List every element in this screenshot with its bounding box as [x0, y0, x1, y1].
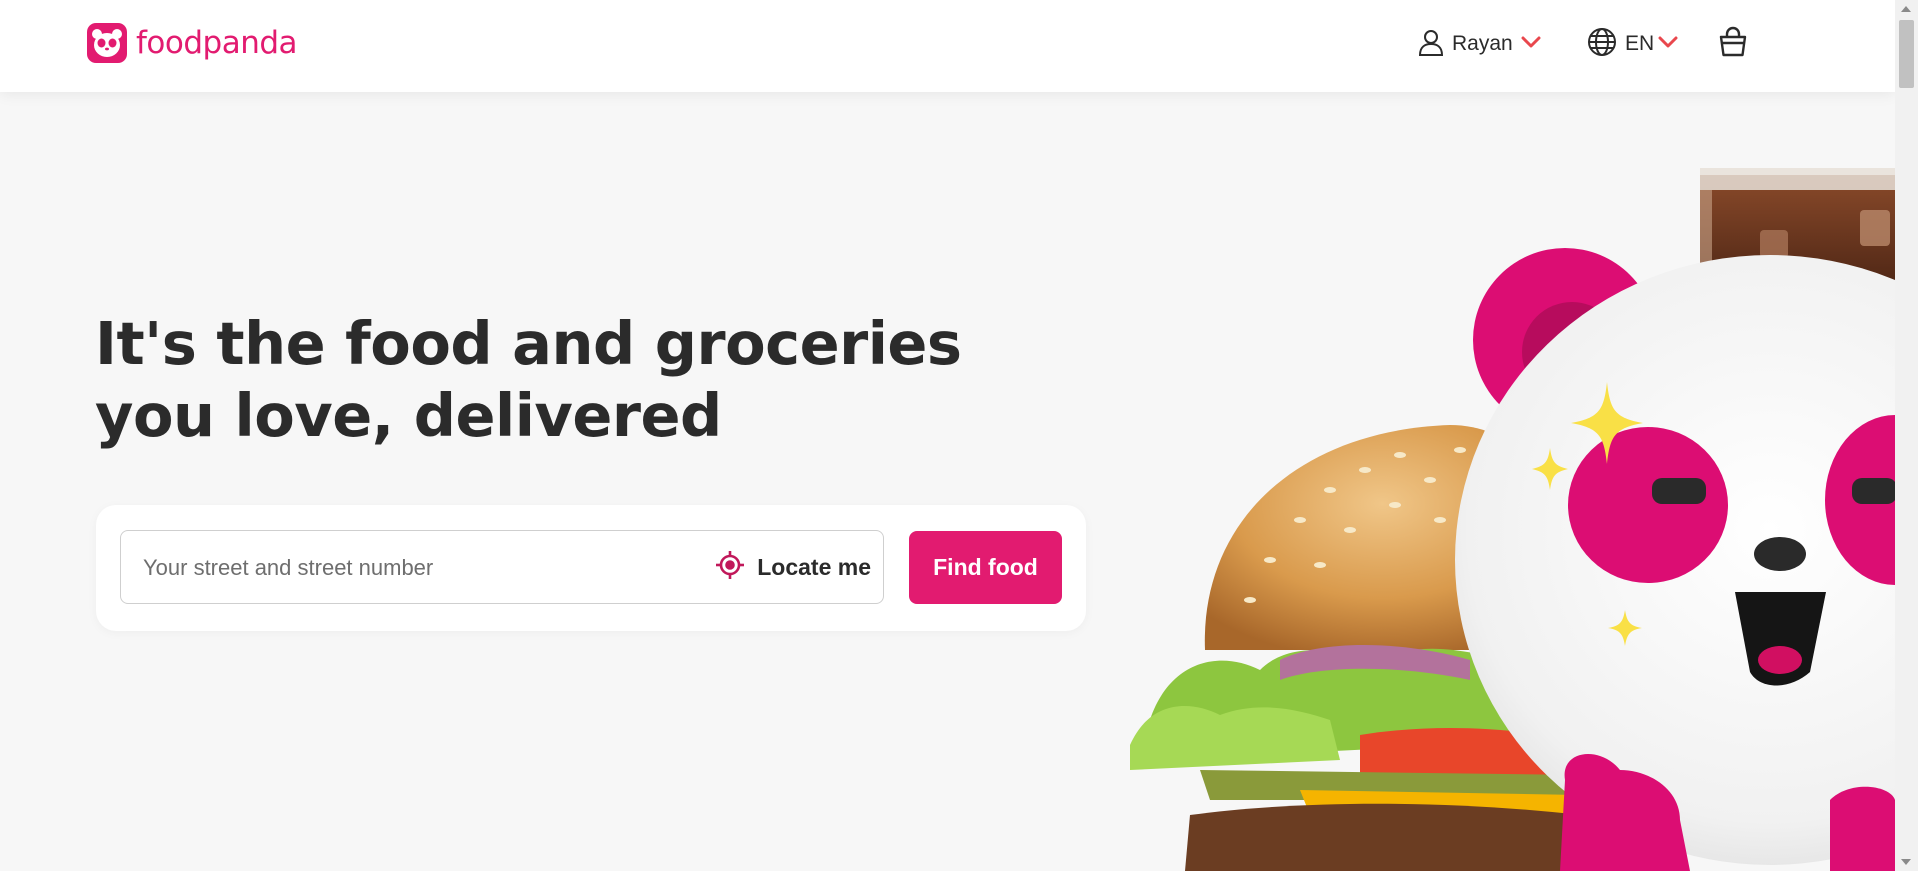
hero-illustration	[1110, 92, 1895, 871]
globe-icon	[1587, 27, 1617, 62]
top-navigation-bar: foodpanda Rayan EN	[0, 0, 1895, 92]
chevron-down-icon	[1521, 35, 1541, 53]
address-search-card: Locate me Find food	[96, 505, 1086, 631]
account-name: Rayan	[1452, 32, 1513, 55]
scroll-up-arrow[interactable]	[1901, 6, 1911, 12]
user-icon	[1418, 28, 1444, 61]
foodpanda-logo[interactable]: foodpanda	[87, 23, 298, 63]
language-selector[interactable]: EN	[1587, 26, 1678, 62]
panda-logo-icon	[87, 23, 127, 63]
panda-burger-image	[1130, 168, 1895, 871]
account-menu[interactable]: Rayan	[1418, 26, 1541, 62]
address-input[interactable]	[141, 531, 685, 605]
language-code: EN	[1625, 32, 1655, 55]
brand-name: foodpanda	[136, 25, 298, 61]
locate-me-label: Locate me	[757, 553, 871, 580]
locate-crosshair-icon	[715, 550, 745, 585]
find-food-button[interactable]: Find food	[909, 531, 1062, 604]
scroll-thumb[interactable]	[1899, 20, 1914, 88]
hero-headline: It's the food and groceries you love, de…	[95, 309, 962, 450]
cart-icon	[1718, 26, 1748, 62]
cart-button[interactable]	[1718, 26, 1748, 63]
chevron-down-icon	[1658, 35, 1678, 53]
page-scrollbar[interactable]	[1895, 0, 1918, 871]
locate-me-button[interactable]: Locate me	[715, 531, 871, 603]
scroll-down-arrow[interactable]	[1901, 859, 1911, 865]
address-field: Locate me	[120, 530, 884, 605]
